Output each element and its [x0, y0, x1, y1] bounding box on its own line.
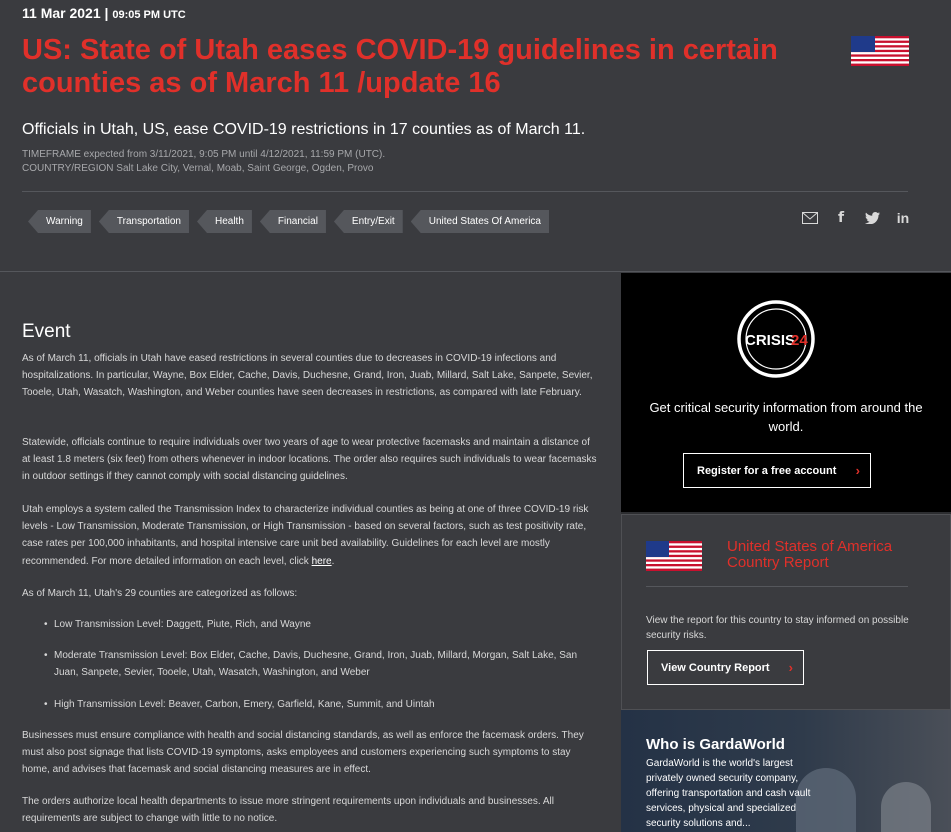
list-item-high: High Transmission Level: Beaver, Carbon,…: [44, 696, 594, 713]
share-bar: f in: [802, 210, 911, 226]
page-title: US: State of Utah eases COVID-19 guideli…: [22, 34, 778, 99]
paragraph-5: Businesses must ensure compliance with h…: [22, 730, 584, 776]
list-item-low: Low Transmission Level: Daggett, Piute, …: [44, 616, 594, 633]
tag-health[interactable]: Health: [196, 210, 252, 233]
date: 11 Mar 2021: [22, 5, 101, 21]
country-report: United States of America Country Report …: [621, 514, 951, 710]
register-button[interactable]: Register for a free account ›: [683, 453, 871, 488]
sidebar: CRISIS 24 Get critical security informat…: [621, 273, 951, 832]
who-title: Who is GardaWorld: [646, 736, 785, 753]
time: 09:05 PM UTC: [112, 9, 186, 21]
list-item-moderate: Moderate Transmission Level: Box Elder, …: [44, 647, 594, 681]
us-flag-icon: [851, 36, 909, 66]
country-region: COUNTRY/REGION Salt Lake City, Vernal, M…: [22, 163, 374, 174]
paragraph-3: Utah employs a system called the Transmi…: [22, 504, 589, 567]
paragraph-2: Statewide, officials continue to require…: [22, 437, 597, 483]
timeframe: TIMEFRAME expected from 3/11/2021, 9:05 …: [22, 149, 386, 160]
svg-text:CRISIS: CRISIS: [745, 332, 795, 349]
report-text: View the report for this country to stay…: [646, 615, 909, 641]
subheadline: Officials in Utah, US, ease COVID-19 res…: [22, 121, 586, 138]
here-link[interactable]: here: [312, 556, 332, 567]
report-title[interactable]: United States of America Country Report: [727, 539, 927, 571]
us-flag-icon: [646, 541, 702, 571]
twitter-icon[interactable]: [864, 210, 880, 226]
chevron-right-icon: ›: [855, 463, 860, 478]
divider: [22, 191, 908, 192]
tag-united-states[interactable]: United States Of America: [410, 210, 549, 233]
tag-entry-exit[interactable]: Entry/Exit: [333, 210, 403, 233]
tag-transportation[interactable]: Transportation: [98, 210, 189, 233]
paragraph-4: As of March 11, Utah's 29 counties are c…: [22, 588, 298, 599]
paragraph-6: The orders authorize local health depart…: [22, 796, 554, 825]
tag-financial[interactable]: Financial: [259, 210, 326, 233]
svg-text:24: 24: [791, 332, 808, 349]
divider: [646, 586, 908, 587]
gardaworld-promo: Who is GardaWorld GardaWorld is the worl…: [621, 710, 951, 832]
section-title: Event: [22, 321, 71, 342]
article-body: Event As of March 11, officials in Utah …: [0, 273, 620, 832]
view-country-report-button[interactable]: View Country Report ›: [647, 650, 804, 685]
linkedin-icon[interactable]: in: [895, 210, 911, 226]
dateline: 11 Mar 2021 | 09:05 PM UTC: [22, 5, 186, 21]
who-text: GardaWorld is the world's largest privat…: [646, 758, 811, 829]
tag-list: Warning Transportation Health Financial …: [28, 210, 549, 233]
crisis24-logo: CRISIS 24: [737, 300, 815, 378]
crisis24-promo: CRISIS 24 Get critical security informat…: [621, 273, 951, 512]
paragraph-1: As of March 11, officials in Utah have e…: [22, 353, 593, 399]
facebook-icon[interactable]: f: [833, 210, 849, 226]
tag-warning[interactable]: Warning: [28, 210, 91, 233]
mail-icon[interactable]: [802, 210, 818, 226]
chevron-right-icon: ›: [788, 660, 793, 675]
promo-text: Get critical security information from a…: [649, 400, 923, 434]
background-person: [881, 782, 931, 832]
alert-header: 11 Mar 2021 | 09:05 PM UTC US: State of …: [0, 0, 951, 272]
